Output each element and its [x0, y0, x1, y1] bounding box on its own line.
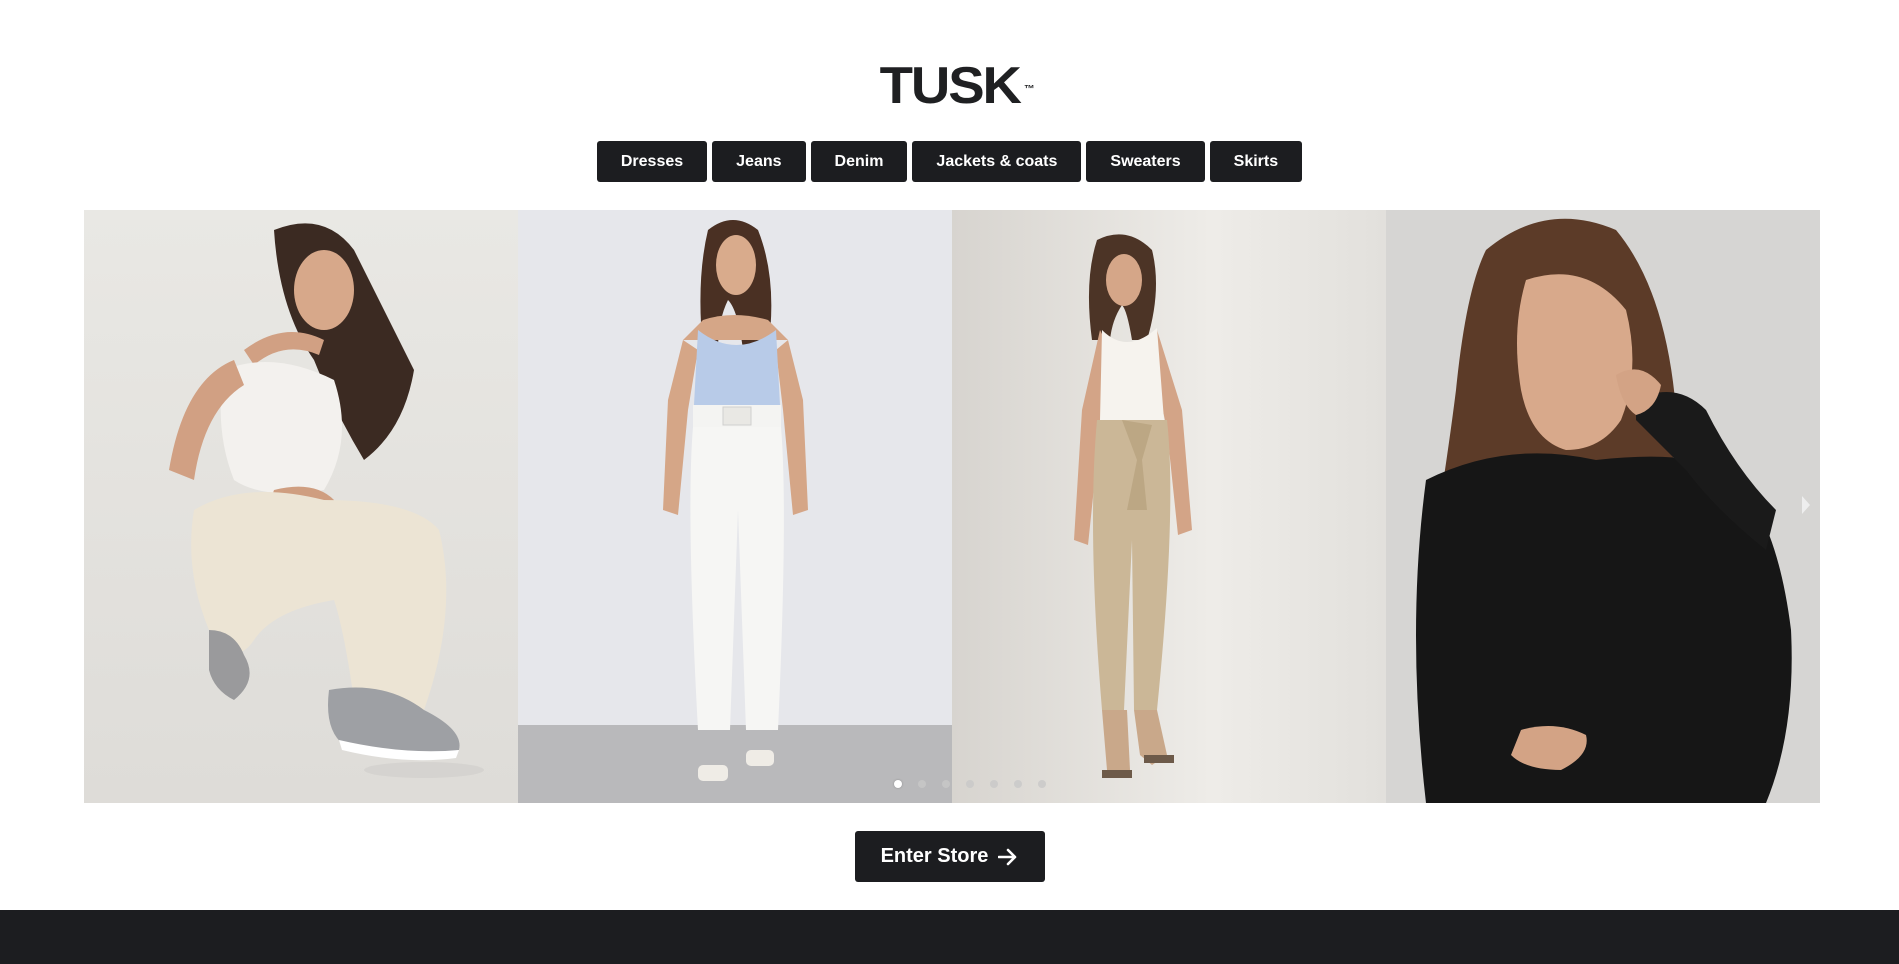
- carousel-slide-image[interactable]: [1386, 210, 1820, 803]
- category-nav: Dresses Jeans Denim Jackets & coats Swea…: [0, 141, 1899, 182]
- carousel-dot[interactable]: [942, 780, 950, 788]
- hero-carousel[interactable]: [84, 210, 1820, 803]
- carousel-slide-image[interactable]: [84, 210, 518, 803]
- carousel-dot[interactable]: [990, 780, 998, 788]
- landing-page: TUSK ™ Dresses Jeans Denim Jackets & coa…: [0, 0, 1899, 964]
- carousel-dot[interactable]: [894, 780, 902, 788]
- enter-store-label: Enter Store: [880, 845, 989, 867]
- logo-trademark: ™: [1023, 84, 1035, 95]
- category-button-skirts[interactable]: Skirts: [1209, 141, 1303, 182]
- brand-logo[interactable]: TUSK ™: [879, 57, 1034, 115]
- footer-bar: [0, 910, 1899, 964]
- arrow-right-icon: [998, 848, 1018, 866]
- header: TUSK ™: [0, 60, 1899, 112]
- category-button-jeans[interactable]: Jeans: [712, 141, 806, 182]
- category-button-sweaters[interactable]: Sweaters: [1086, 141, 1205, 182]
- category-button-jackets-coats[interactable]: Jackets & coats: [912, 141, 1082, 182]
- carousel-slide-image[interactable]: [952, 210, 1386, 803]
- category-button-denim[interactable]: Denim: [810, 141, 908, 182]
- chevron-right-icon[interactable]: [1800, 494, 1812, 516]
- carousel-dot[interactable]: [1038, 780, 1046, 788]
- enter-store-button[interactable]: Enter Store: [854, 831, 1045, 882]
- carousel-dot[interactable]: [918, 780, 926, 788]
- carousel-dot[interactable]: [966, 780, 974, 788]
- carousel-pagination: [894, 780, 1046, 788]
- logo-text: TUSK: [879, 57, 1021, 115]
- carousel-dot[interactable]: [1014, 780, 1022, 788]
- carousel-slide-image[interactable]: [518, 210, 952, 803]
- category-button-dresses[interactable]: Dresses: [596, 141, 708, 182]
- cta-container: Enter Store: [0, 831, 1899, 882]
